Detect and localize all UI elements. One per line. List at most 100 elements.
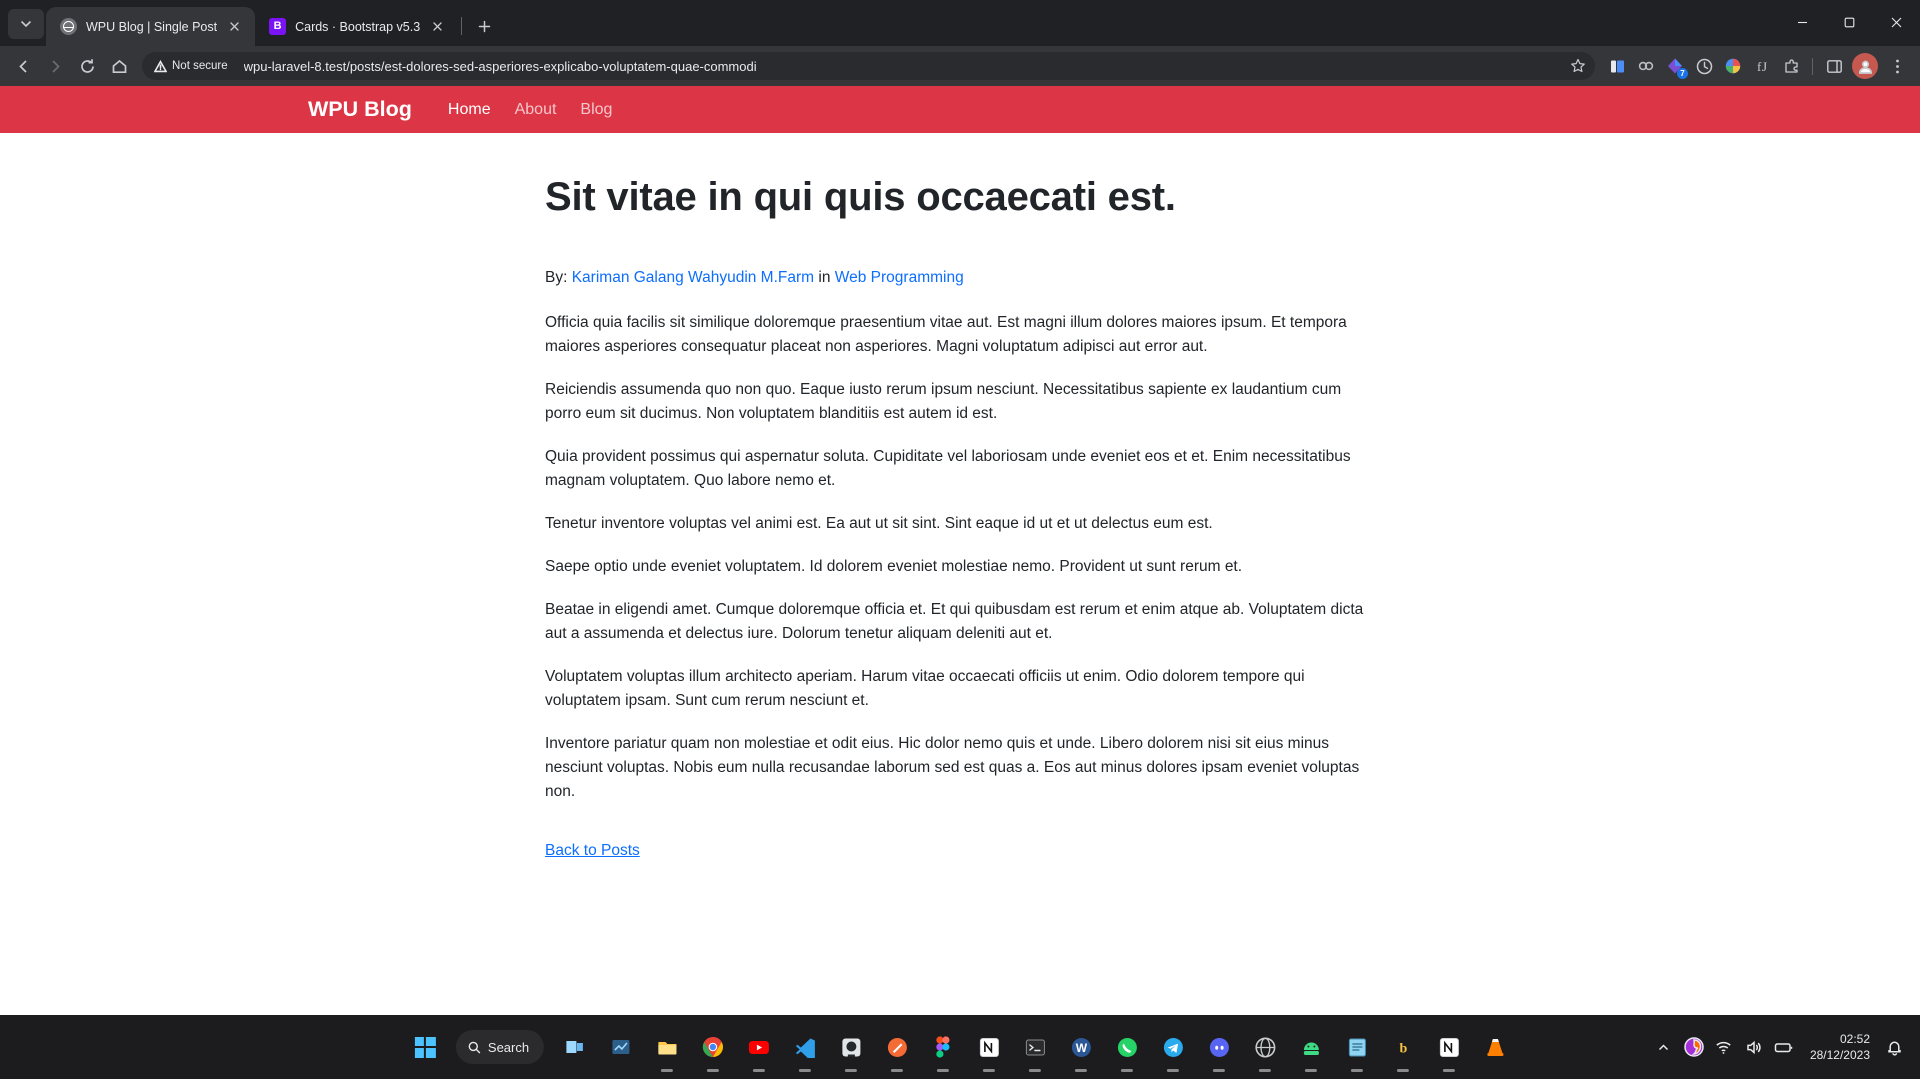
running-indicator <box>845 1069 858 1072</box>
figma-icon[interactable] <box>922 1026 964 1072</box>
wifi-icon[interactable] <box>1710 1032 1738 1062</box>
font-extension-icon[interactable]: fJ <box>1748 52 1776 80</box>
whatsapp-icon[interactable] <box>1106 1026 1148 1072</box>
byline-prefix: By: <box>545 269 568 286</box>
security-label: Not secure <box>172 60 228 72</box>
reload-icon[interactable] <box>72 51 102 81</box>
youtube-icon[interactable] <box>738 1026 780 1072</box>
warning-triangle-icon <box>153 59 168 73</box>
bookmark-star-icon[interactable] <box>1565 53 1591 79</box>
profile-avatar[interactable] <box>1850 51 1880 81</box>
running-indicator <box>983 1069 996 1072</box>
nav-link-about[interactable]: About <box>503 101 569 119</box>
browser-window: WPU Blog | Single Post B Cards · Bootstr… <box>0 0 1920 1015</box>
chart-app-icon[interactable] <box>600 1026 642 1068</box>
running-indicator <box>1167 1069 1180 1072</box>
system-tray: 02:52 28/12/2023 <box>1650 1015 1920 1079</box>
start-button[interactable] <box>404 1026 446 1068</box>
vs-code-icon[interactable] <box>784 1026 826 1072</box>
maximize-button[interactable] <box>1826 0 1873 44</box>
address-bar[interactable]: Not secure wpu-laravel-8.test/posts/est-… <box>142 52 1595 80</box>
word-icon[interactable]: W <box>1060 1026 1102 1072</box>
brand-link[interactable]: WPU Blog <box>308 97 412 122</box>
chrome-menu-icon[interactable] <box>1882 51 1912 81</box>
beeceptor-icon[interactable]: b <box>1382 1026 1424 1072</box>
category-link[interactable]: Web Programming <box>835 269 964 286</box>
telegram-icon[interactable] <box>1152 1026 1194 1072</box>
close-icon[interactable] <box>429 18 446 35</box>
new-tab-button[interactable] <box>469 11 499 41</box>
notion-icon[interactable] <box>968 1026 1010 1072</box>
task-view-icon[interactable] <box>554 1026 596 1068</box>
extensions-puzzle-icon[interactable] <box>1777 52 1805 80</box>
close-icon[interactable] <box>226 18 243 35</box>
taskbar-search[interactable]: Search <box>455 1030 545 1064</box>
running-indicator <box>1443 1069 1456 1072</box>
file-explorer-icon[interactable] <box>646 1026 688 1072</box>
github-desktop-icon[interactable] <box>830 1026 872 1072</box>
tab-search-icon[interactable] <box>8 9 44 39</box>
svg-text:W: W <box>1075 1041 1087 1055</box>
paragraph: Inventore pariatur quam non molestiae et… <box>545 735 1360 801</box>
google-chrome-icon[interactable] <box>692 1026 734 1072</box>
svg-text:J: J <box>1762 59 1767 74</box>
nav-link-blog[interactable]: Blog <box>568 101 624 119</box>
security-indicator[interactable]: Not secure <box>152 58 236 75</box>
reading-list-icon[interactable] <box>1603 52 1631 80</box>
running-indicator <box>1397 1069 1410 1072</box>
running-indicator <box>1213 1069 1226 1072</box>
extension-icons: 7 fJ <box>1603 52 1805 80</box>
byline-in: in <box>818 269 831 286</box>
tab-divider <box>461 17 463 35</box>
back-icon[interactable] <box>8 51 38 81</box>
nav-link-home[interactable]: Home <box>436 101 503 119</box>
paragraph: Beatae in eligendi amet. Cumque doloremq… <box>545 601 1364 643</box>
running-indicator <box>707 1069 720 1072</box>
browser-app-icon[interactable] <box>1244 1026 1286 1072</box>
notepad-icon[interactable] <box>1336 1026 1378 1072</box>
palette-extension-icon[interactable] <box>1719 52 1747 80</box>
minimize-button[interactable] <box>1779 0 1826 44</box>
author-link[interactable]: Kariman Galang Wahyudin M.Farm <box>572 269 814 286</box>
notion-second-icon[interactable] <box>1428 1026 1470 1072</box>
volume-icon[interactable] <box>1740 1032 1768 1062</box>
post-body: Officia quia facilis sit similique dolor… <box>545 311 1375 804</box>
svg-text:b: b <box>1399 1041 1407 1056</box>
tab-bootstrap-cards[interactable]: B Cards · Bootstrap v5.3 <box>255 7 458 46</box>
vlc-icon[interactable] <box>1474 1026 1516 1068</box>
back-to-posts-link[interactable]: Back to Posts <box>545 842 640 860</box>
avatar[interactable] <box>1852 53 1878 79</box>
battery-icon[interactable] <box>1770 1032 1798 1062</box>
page-title: Sit vitae in qui quis occaecati est. <box>545 175 1176 219</box>
postman-icon[interactable] <box>876 1026 918 1072</box>
home-icon[interactable] <box>104 51 134 81</box>
running-indicator <box>937 1069 950 1072</box>
clock-extension-icon[interactable] <box>1690 52 1718 80</box>
tab-wpu-blog[interactable]: WPU Blog | Single Post <box>46 7 256 46</box>
link-chain-icon[interactable] <box>1632 52 1660 80</box>
running-indicator <box>891 1069 904 1072</box>
taskbar-center-group: Search W b <box>404 1026 1516 1072</box>
forward-icon[interactable] <box>40 51 70 81</box>
paragraph: Officia quia facilis sit similique dolor… <box>545 314 1347 356</box>
toolbar-divider <box>1812 57 1813 75</box>
chevron-up-icon[interactable] <box>1650 1032 1678 1062</box>
close-window-button[interactable] <box>1873 0 1920 44</box>
terminal-icon[interactable] <box>1014 1026 1056 1072</box>
windows-logo-icon <box>414 1036 436 1058</box>
running-indicator <box>1075 1069 1088 1072</box>
url-text[interactable]: wpu-laravel-8.test/posts/est-dolores-sed… <box>244 59 1557 74</box>
discord-icon[interactable] <box>1198 1026 1240 1072</box>
running-indicator <box>1029 1069 1042 1072</box>
clock-date: 28/12/2023 <box>1809 1048 1870 1062</box>
notifications-bell-icon[interactable] <box>1880 1032 1908 1062</box>
paragraph: Quia provident possimus qui aspernatur s… <box>545 448 1351 490</box>
paragraph: Saepe optio unde eveniet voluptatem. Id … <box>545 558 1243 576</box>
android-studio-icon[interactable] <box>1290 1026 1332 1072</box>
tab-title: Cards · Bootstrap v5.3 <box>295 19 421 34</box>
taskbar-clock[interactable]: 02:52 28/12/2023 <box>1800 1031 1878 1063</box>
firefox-tray-icon[interactable] <box>1680 1032 1708 1062</box>
colorful-extension-icon[interactable]: 7 <box>1661 52 1689 80</box>
paragraph: Voluptatem voluptas illum architecto ape… <box>545 668 1305 710</box>
side-panel-icon[interactable] <box>1820 52 1848 80</box>
